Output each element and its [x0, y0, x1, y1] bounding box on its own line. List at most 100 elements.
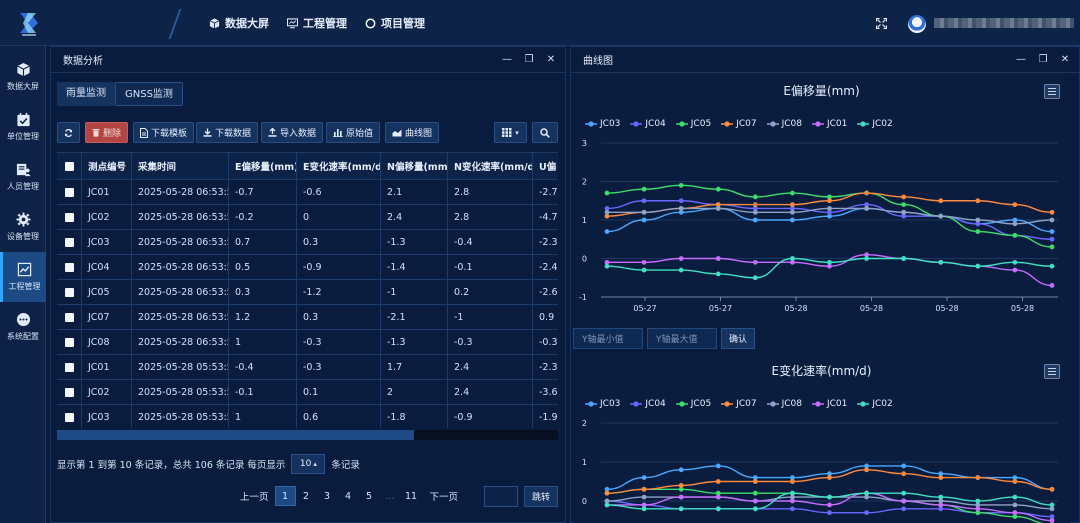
- column-header[interactable]: 测点编号: [82, 153, 132, 179]
- data-point[interactable]: [1012, 221, 1018, 227]
- table-row[interactable]: JC03 2025-05-28 06:53:57 0.7 0.3 -1.3 -0.4 -2.…: [57, 230, 558, 255]
- sidebar-item-settings[interactable]: 系统配置: [0, 302, 46, 352]
- data-point[interactable]: [641, 267, 647, 273]
- data-point[interactable]: [715, 494, 721, 500]
- data-point[interactable]: [752, 479, 758, 484]
- table-row[interactable]: JC01 2025-05-28 05:53:57 -0.4 -0.3 1.7 2.4 -2.…: [57, 355, 558, 380]
- data-point[interactable]: [827, 198, 832, 204]
- column-header[interactable]: N变化速率(mm/d): [448, 153, 533, 179]
- data-point[interactable]: [790, 256, 795, 261]
- data-point[interactable]: [1049, 502, 1055, 508]
- data-point[interactable]: [752, 506, 758, 512]
- curve-chart-button[interactable]: 曲线图: [385, 122, 440, 143]
- fullscreen-icon[interactable]: [876, 18, 887, 29]
- data-point[interactable]: [790, 479, 795, 484]
- data-point[interactable]: [1012, 259, 1018, 265]
- checkbox[interactable]: [64, 362, 74, 372]
- data-point[interactable]: [752, 209, 758, 215]
- column-header[interactable]: U偏: [533, 153, 558, 179]
- jump-page-input[interactable]: [484, 486, 518, 507]
- page-2-button[interactable]: 2: [296, 486, 317, 506]
- data-point[interactable]: [938, 213, 944, 219]
- data-point[interactable]: [752, 217, 758, 223]
- data-point[interactable]: [938, 259, 944, 265]
- page-4-button[interactable]: 4: [338, 486, 359, 506]
- confirm-button[interactable]: 确认: [721, 328, 755, 349]
- sidebar-item-units[interactable]: 单位管理: [0, 102, 46, 152]
- data-point[interactable]: [715, 271, 721, 277]
- data-point[interactable]: [901, 498, 907, 504]
- data-point[interactable]: [827, 502, 832, 508]
- data-point[interactable]: [901, 506, 907, 512]
- data-point[interactable]: [790, 209, 795, 215]
- data-point[interactable]: [678, 267, 684, 273]
- delete-button[interactable]: 删除: [85, 122, 129, 143]
- checkbox[interactable]: [64, 262, 74, 272]
- column-header[interactable]: 采集时间: [132, 153, 229, 179]
- data-point[interactable]: [827, 510, 832, 516]
- page-11-button[interactable]: 11: [401, 486, 422, 506]
- tab-gnss[interactable]: GNSS监测: [115, 82, 183, 106]
- data-point[interactable]: [1012, 233, 1018, 238]
- data-point[interactable]: [1049, 518, 1055, 523]
- checkbox[interactable]: [64, 161, 74, 171]
- data-point[interactable]: [604, 502, 610, 508]
- sidebar-item-people[interactable]: 人员管理: [0, 152, 46, 202]
- data-point[interactable]: [864, 190, 869, 196]
- data-point[interactable]: [604, 209, 610, 215]
- avatar[interactable]: [908, 15, 926, 33]
- row-checkbox-cell[interactable]: [57, 405, 82, 428]
- minimize-icon[interactable]: —: [1015, 53, 1027, 65]
- data-point[interactable]: [604, 263, 610, 269]
- data-point[interactable]: [827, 206, 832, 211]
- nav-item-projects[interactable]: 项目管理: [365, 15, 425, 31]
- data-point[interactable]: [715, 506, 721, 512]
- data-point[interactable]: [1012, 479, 1018, 484]
- sidebar-item-engineering[interactable]: 工程管理: [0, 252, 46, 302]
- close-icon[interactable]: ✕: [545, 53, 557, 65]
- data-point[interactable]: [864, 256, 869, 261]
- data-point[interactable]: [790, 190, 795, 196]
- checkbox[interactable]: [64, 287, 74, 297]
- data-point[interactable]: [678, 494, 684, 500]
- maximize-icon[interactable]: ❐: [1037, 53, 1049, 65]
- data-point[interactable]: [827, 494, 832, 500]
- data-point[interactable]: [975, 263, 981, 269]
- sidebar-item-dashboard[interactable]: 数据大屏: [0, 52, 46, 102]
- tab-rainfall[interactable]: 雨量监测: [57, 82, 115, 106]
- row-checkbox-cell[interactable]: [57, 355, 82, 379]
- data-point[interactable]: [715, 186, 721, 192]
- row-checkbox-cell[interactable]: [57, 305, 82, 329]
- column-header[interactable]: E偏移量(mm): [229, 153, 297, 179]
- download-data-button[interactable]: 下载数据: [196, 122, 259, 143]
- data-point[interactable]: [901, 471, 907, 477]
- data-point[interactable]: [864, 467, 869, 473]
- data-point[interactable]: [1049, 229, 1055, 234]
- data-point[interactable]: [1012, 502, 1018, 508]
- column-header[interactable]: E变化速率(mm/d): [297, 153, 381, 179]
- data-point[interactable]: [1049, 209, 1055, 215]
- checkbox[interactable]: [64, 212, 74, 222]
- data-point[interactable]: [715, 206, 721, 211]
- data-point[interactable]: [752, 202, 758, 207]
- data-point[interactable]: [901, 256, 907, 261]
- data-point[interactable]: [752, 275, 758, 281]
- data-point[interactable]: [790, 506, 795, 512]
- data-point[interactable]: [938, 494, 944, 500]
- nav-item-engineering[interactable]: 工程管理: [287, 15, 347, 31]
- data-point[interactable]: [975, 498, 981, 504]
- data-point[interactable]: [641, 198, 647, 204]
- data-point[interactable]: [1049, 263, 1055, 269]
- data-point[interactable]: [752, 259, 758, 265]
- checkbox[interactable]: [64, 387, 74, 397]
- data-point[interactable]: [938, 502, 944, 508]
- data-point[interactable]: [604, 190, 610, 196]
- row-checkbox-cell[interactable]: [57, 380, 82, 404]
- y-max-input[interactable]: Y轴最大值: [647, 328, 717, 349]
- data-point[interactable]: [790, 498, 795, 504]
- data-point[interactable]: [790, 202, 795, 207]
- nav-item-dashboard[interactable]: 数据大屏: [209, 15, 269, 31]
- y-min-input[interactable]: Y轴最小值: [573, 328, 643, 349]
- data-point[interactable]: [752, 194, 758, 200]
- data-point[interactable]: [752, 498, 758, 504]
